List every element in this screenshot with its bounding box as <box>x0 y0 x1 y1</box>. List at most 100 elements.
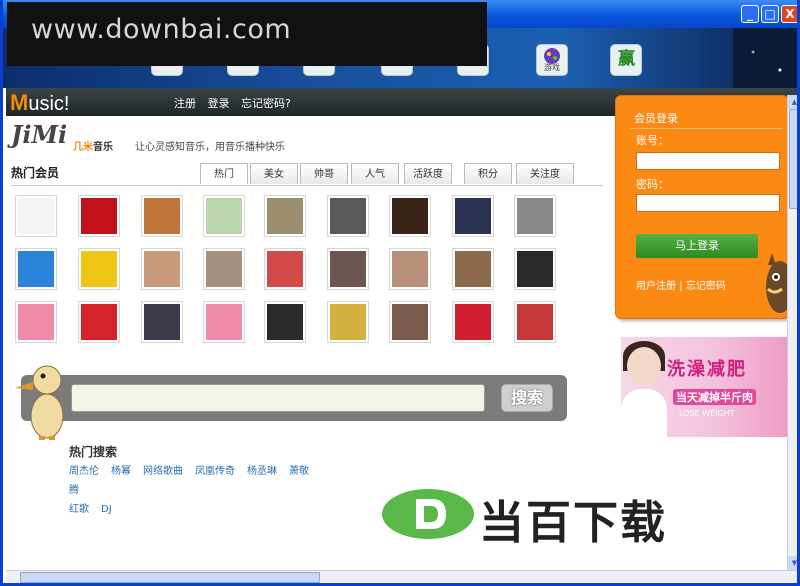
member-avatar[interactable] <box>452 195 494 237</box>
jimi-logo[interactable]: JiMi <box>11 120 67 149</box>
brand-row: JiMi 几米音乐 让心灵感知音乐，用音乐播种快乐 <box>11 120 611 156</box>
win-icon[interactable]: 赢 <box>610 44 642 76</box>
download-logo-text: 当百下载 <box>479 496 668 549</box>
hot-members-title: 热门会员 <box>11 166 60 180</box>
member-avatar[interactable] <box>264 195 306 237</box>
login-link[interactable]: 登录 <box>208 97 230 110</box>
member-avatar-image <box>206 304 242 340</box>
user-register-link[interactable]: 用户注册 <box>636 281 676 292</box>
member-avatar-image <box>330 304 366 340</box>
login-button[interactable]: 马上登录 <box>636 234 758 258</box>
member-avatar-image <box>455 198 491 234</box>
member-avatar-image <box>144 198 180 234</box>
search-bar: 搜索 <box>21 375 567 421</box>
hot-search-link[interactable]: 周杰伦 <box>69 466 99 477</box>
music-logo[interactable]: Music! <box>10 90 69 116</box>
login-title: 会员登录 <box>634 112 678 125</box>
tab-activity[interactable]: 活跃度 <box>404 163 452 184</box>
vertical-scroll-thumb[interactable] <box>789 109 797 209</box>
forgot-password-link-2[interactable]: 忘记密码 <box>686 281 726 292</box>
scroll-up-icon[interactable]: ▲ <box>788 95 797 109</box>
member-avatar[interactable] <box>141 248 183 290</box>
member-avatar[interactable] <box>141 301 183 343</box>
header-links: 注册 登录 忘记密码? <box>174 95 299 111</box>
jimi-logo-cn-2: 音乐 <box>93 142 113 153</box>
tab-handsome[interactable]: 帅哥 <box>300 163 348 184</box>
ad-headline: 洗澡减肥 <box>667 359 747 380</box>
register-link[interactable]: 注册 <box>174 97 196 110</box>
member-avatar-image <box>18 198 54 234</box>
member-avatar[interactable] <box>389 301 431 343</box>
member-avatar-image <box>144 304 180 340</box>
vertical-scrollbar[interactable]: ▲ ▼ <box>787 95 797 570</box>
member-avatar-image <box>455 251 491 287</box>
member-avatar[interactable] <box>389 248 431 290</box>
member-avatar[interactable] <box>203 301 245 343</box>
member-avatar[interactable] <box>389 195 431 237</box>
watermark: www.downbai.com <box>7 2 487 66</box>
game-icon[interactable]: 游戏 <box>536 44 568 76</box>
member-avatar[interactable] <box>514 248 556 290</box>
hot-search-link[interactable]: 红歌 <box>69 504 89 515</box>
member-avatar[interactable] <box>264 248 306 290</box>
member-avatar[interactable] <box>327 195 369 237</box>
member-avatar-image <box>517 251 553 287</box>
member-avatar-image <box>18 304 54 340</box>
member-avatar-image <box>517 304 553 340</box>
member-avatar-image <box>81 251 117 287</box>
hot-search-link[interactable]: 杨幂 <box>111 466 131 477</box>
ad-model-face <box>627 347 661 385</box>
hot-search-link[interactable]: 网络歌曲 <box>143 466 183 477</box>
member-avatar-image <box>206 251 242 287</box>
weight-loss-ad[interactable]: 洗澡减肥 当天减掉半斤肉 LOSE WEIGHT <box>621 337 787 437</box>
tab-beauty[interactable]: 美女 <box>250 163 298 184</box>
tab-attention[interactable]: 关注度 <box>516 163 574 184</box>
scroll-down-icon[interactable]: ▼ <box>788 556 797 570</box>
hot-search-link[interactable]: DJ <box>101 504 112 515</box>
horizontal-scroll-thumb[interactable] <box>20 572 320 583</box>
member-avatar[interactable] <box>15 248 57 290</box>
horizontal-scrollbar[interactable] <box>6 570 797 583</box>
member-avatar[interactable] <box>327 248 369 290</box>
tab-points[interactable]: 积分 <box>464 163 512 184</box>
member-avatar[interactable] <box>452 248 494 290</box>
tab-popularity[interactable]: 人气 <box>351 163 399 184</box>
member-avatar[interactable] <box>203 195 245 237</box>
music-logo-text: usic! <box>28 93 70 115</box>
member-avatar-image <box>330 198 366 234</box>
banner-starfield <box>733 28 797 88</box>
minimize-button[interactable]: _ <box>741 5 759 23</box>
password-input[interactable] <box>636 194 780 212</box>
hot-search-title: 热门搜索 <box>69 445 118 459</box>
member-avatar[interactable] <box>141 195 183 237</box>
member-avatar-image <box>81 198 117 234</box>
maximize-button[interactable]: □ <box>761 5 779 23</box>
member-avatar-image <box>330 251 366 287</box>
jimi-logo-cn-1: 几米 <box>73 142 93 153</box>
member-avatar[interactable] <box>203 248 245 290</box>
member-avatar[interactable] <box>78 195 120 237</box>
member-avatar-image <box>18 251 54 287</box>
tab-underline <box>11 185 603 186</box>
tab-hot[interactable]: 热门 <box>200 163 248 184</box>
member-avatar-image <box>267 304 303 340</box>
member-avatar[interactable] <box>514 301 556 343</box>
game-icon-label: 游戏 <box>544 63 560 72</box>
search-button[interactable]: 搜索 <box>501 384 553 412</box>
member-avatar[interactable] <box>327 301 369 343</box>
hot-search-link[interactable]: 凤凰传奇 <box>195 466 235 477</box>
slogan: 让心灵感知音乐，用音乐播种快乐 <box>135 142 285 153</box>
close-button[interactable]: X <box>781 5 797 23</box>
member-avatar[interactable] <box>514 195 556 237</box>
search-input[interactable] <box>71 384 485 412</box>
member-avatar[interactable] <box>15 301 57 343</box>
member-avatar[interactable] <box>78 301 120 343</box>
hot-search-link[interactable]: 杨丞琳 <box>247 466 277 477</box>
app-window: _ □ X 游戏 赢 www.downbai.com Music! 注册 登录 … <box>0 0 800 586</box>
member-avatar[interactable] <box>452 301 494 343</box>
member-avatar[interactable] <box>15 195 57 237</box>
member-avatar[interactable] <box>78 248 120 290</box>
account-input[interactable] <box>636 152 780 170</box>
forgot-password-link[interactable]: 忘记密码? <box>241 97 291 110</box>
member-avatar[interactable] <box>264 301 306 343</box>
